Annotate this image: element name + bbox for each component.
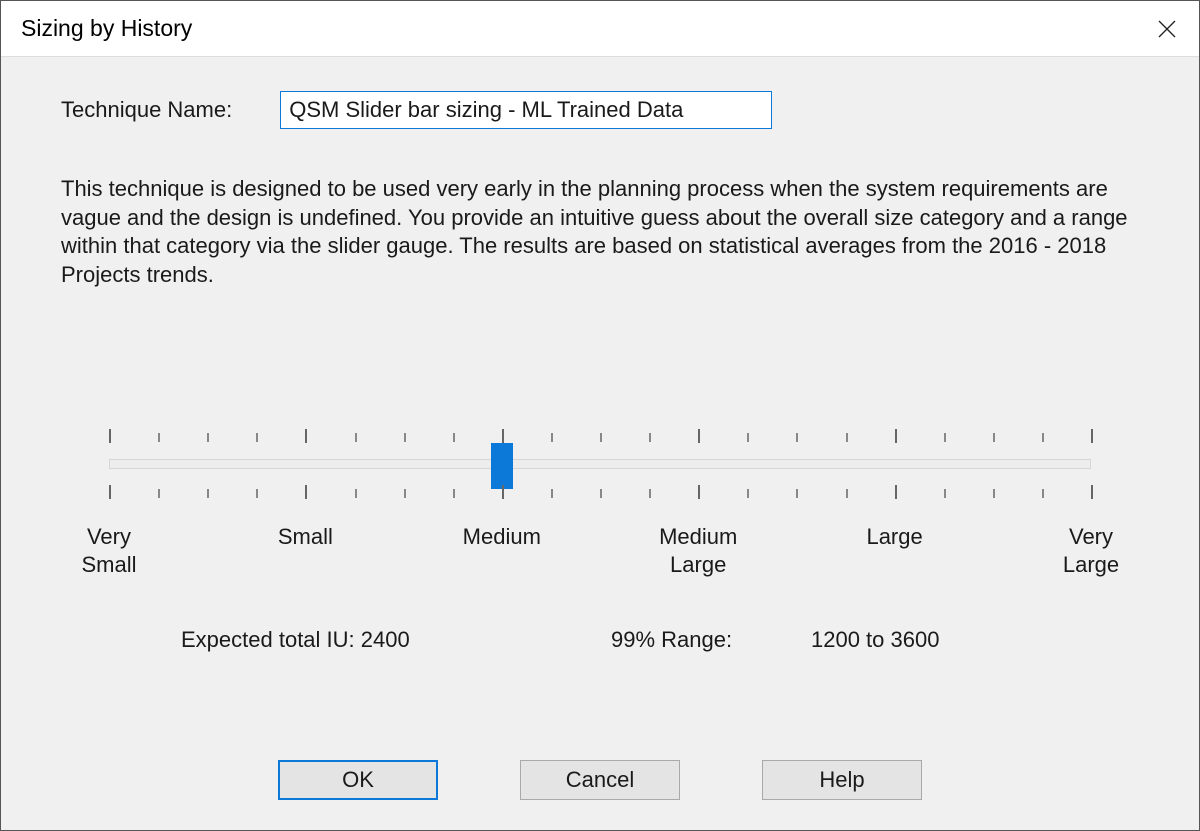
tick-minor xyxy=(453,433,455,442)
tick-minor xyxy=(944,433,946,442)
tick-minor xyxy=(846,489,848,498)
tick-minor xyxy=(404,433,406,442)
ok-button[interactable]: OK xyxy=(278,760,438,800)
titlebar: Sizing by History xyxy=(1,1,1199,57)
tick-minor xyxy=(993,433,995,442)
tick-minor xyxy=(158,489,160,498)
window-title: Sizing by History xyxy=(21,15,192,42)
tick-major xyxy=(305,485,307,499)
tick-minor xyxy=(404,489,406,498)
tick-minor xyxy=(796,433,798,442)
slider-ticks-bottom xyxy=(109,485,1091,499)
tick-minor xyxy=(600,489,602,498)
slider-category-label: Small xyxy=(278,523,333,551)
tick-minor xyxy=(355,489,357,498)
dialog-window: Sizing by History Technique Name: This t… xyxy=(0,0,1200,831)
tick-minor xyxy=(600,433,602,442)
slider-category-labels: VerySmallSmallMediumMediumLargeLargeVery… xyxy=(109,523,1091,591)
tick-minor xyxy=(256,489,258,498)
slider-category-label: VeryLarge xyxy=(1063,523,1119,578)
tick-minor xyxy=(453,489,455,498)
close-icon xyxy=(1157,19,1177,39)
slider-category-label: Medium xyxy=(463,523,541,551)
tick-major xyxy=(1091,429,1093,443)
help-button[interactable]: Help xyxy=(762,760,922,800)
slider-category-label: VerySmall xyxy=(81,523,136,578)
tick-major xyxy=(305,429,307,443)
technique-name-input[interactable] xyxy=(280,91,772,129)
technique-label: Technique Name: xyxy=(61,97,232,123)
tick-minor xyxy=(649,489,651,498)
tick-minor xyxy=(256,433,258,442)
tick-minor xyxy=(649,433,651,442)
slider-track xyxy=(109,459,1091,469)
tick-minor xyxy=(1042,489,1044,498)
technique-row: Technique Name: xyxy=(61,91,1139,129)
tick-major xyxy=(109,485,111,499)
slider-category-label: Large xyxy=(866,523,922,551)
dialog-content: Technique Name: This technique is design… xyxy=(1,57,1199,830)
tick-major xyxy=(1091,485,1093,499)
close-button[interactable] xyxy=(1141,7,1193,51)
tick-minor xyxy=(158,433,160,442)
tick-minor xyxy=(846,433,848,442)
expected-label: Expected total IU: xyxy=(181,627,355,652)
tick-minor xyxy=(551,489,553,498)
tick-minor xyxy=(207,433,209,442)
slider-thumb[interactable] xyxy=(491,443,513,489)
tick-minor xyxy=(1042,433,1044,442)
tick-major xyxy=(698,429,700,443)
size-slider: VerySmallSmallMediumMediumLargeLargeVery… xyxy=(109,429,1091,591)
tick-minor xyxy=(796,489,798,498)
slider-category-label: MediumLarge xyxy=(659,523,737,578)
tick-major xyxy=(502,485,504,499)
expected-value: 2400 xyxy=(361,627,410,652)
results-row: Expected total IU: 2400 99% Range: 1200 … xyxy=(181,627,1139,653)
tick-minor xyxy=(944,489,946,498)
slider-track-wrap[interactable] xyxy=(109,443,1091,485)
dialog-buttons: OK Cancel Help xyxy=(1,760,1199,800)
tick-major xyxy=(895,485,897,499)
range-value: 1200 to 3600 xyxy=(811,627,939,653)
tick-minor xyxy=(747,433,749,442)
description-text: This technique is designed to be used ve… xyxy=(61,175,1139,289)
tick-major xyxy=(109,429,111,443)
slider-ticks-top xyxy=(109,429,1091,443)
tick-major xyxy=(502,429,504,443)
expected-total: Expected total IU: 2400 xyxy=(181,627,611,653)
tick-major xyxy=(698,485,700,499)
tick-minor xyxy=(207,489,209,498)
cancel-button[interactable]: Cancel xyxy=(520,760,680,800)
tick-minor xyxy=(993,489,995,498)
tick-minor xyxy=(747,489,749,498)
range-label: 99% Range: xyxy=(611,627,811,653)
tick-major xyxy=(895,429,897,443)
tick-minor xyxy=(551,433,553,442)
tick-minor xyxy=(355,433,357,442)
